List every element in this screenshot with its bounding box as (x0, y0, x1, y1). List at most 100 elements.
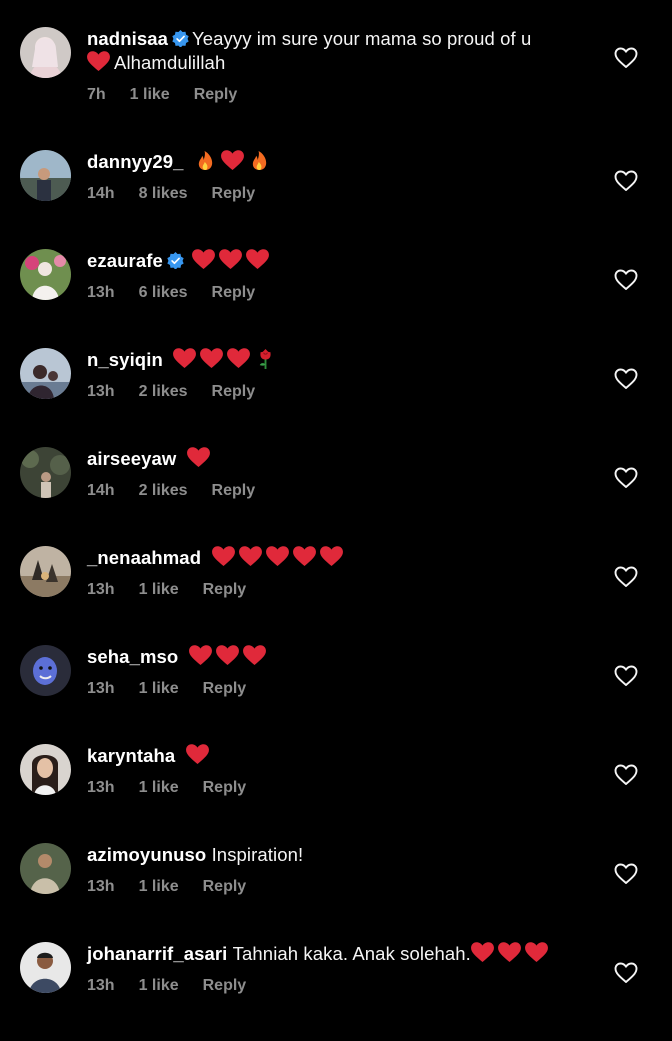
comment-body: johanarrif_asari Tahniah kaka. Anak sole… (87, 942, 592, 996)
comment-time: 14h (87, 185, 115, 202)
red-heart-emoji (211, 546, 235, 567)
red-heart-emoji (221, 150, 244, 171)
comment-likes[interactable]: 8 likes (139, 185, 188, 202)
comment-likes[interactable]: 1 like (130, 86, 170, 103)
comment-item: seha_mso 13h 1 like Reply (0, 645, 672, 744)
fire-emoji (248, 150, 271, 171)
comment-meta: 13h 1 like Reply (87, 679, 592, 699)
comment-body: azimoyunuso Inspiration! 13h 1 like Reply (87, 843, 592, 897)
comment-text: n_syiqin (87, 348, 592, 372)
like-heart-icon[interactable] (614, 764, 638, 786)
comment-username[interactable]: nadnisaa (87, 28, 168, 49)
like-heart-icon[interactable] (614, 665, 638, 687)
comment-text: dannyy29_ (87, 150, 592, 174)
comment-likes[interactable]: 2 likes (139, 482, 188, 499)
comment-time: 13h (87, 878, 115, 895)
comment-username[interactable]: n_syiqin (87, 349, 163, 370)
comment-body: _nenaahmad 13h 1 like Reply (87, 546, 592, 600)
rose-emoji (254, 348, 277, 369)
fire-emoji (194, 150, 217, 171)
like-heart-icon[interactable] (614, 269, 638, 291)
reply-button[interactable]: Reply (203, 878, 247, 895)
comment-likes[interactable]: 2 likes (139, 383, 188, 400)
comment-username[interactable]: ezaurafe (87, 250, 163, 271)
comment-text: nadnisaa Yeayyy im sure your mama so prou… (87, 27, 592, 75)
comment-username[interactable]: karyntaha (87, 745, 175, 766)
comment-item: azimoyunuso Inspiration! 13h 1 like Reply (0, 843, 672, 942)
comment-time: 13h (87, 680, 115, 697)
comment-username[interactable]: johanarrif_asari (87, 943, 227, 964)
comment-meta: 13h 2 likes Reply (87, 382, 592, 402)
like-heart-icon[interactable] (614, 962, 638, 984)
reply-button[interactable]: Reply (203, 779, 247, 796)
like-heart-icon[interactable] (614, 467, 638, 489)
red-heart-emoji (497, 942, 521, 963)
comment-body: n_syiqin 13h 2 likes Reply (87, 348, 592, 402)
red-heart-emoji (246, 249, 270, 270)
comment-likes[interactable]: 1 like (139, 878, 179, 895)
comment-text: airseeyaw (87, 447, 592, 471)
like-heart-icon[interactable] (614, 170, 638, 192)
red-heart-emoji (173, 348, 197, 369)
comment-meta: 13h 6 likes Reply (87, 283, 592, 303)
comment-item: karyntaha 13h 1 like Reply (0, 744, 672, 843)
comment-username[interactable]: _nenaahmad (87, 547, 201, 568)
avatar[interactable] (20, 249, 71, 300)
comment-meta: 14h 2 likes Reply (87, 481, 592, 501)
like-heart-icon[interactable] (614, 566, 638, 588)
comment-time: 13h (87, 383, 115, 400)
comment-meta: 13h 1 like Reply (87, 778, 592, 798)
avatar[interactable] (20, 645, 71, 696)
reply-button[interactable]: Reply (212, 185, 256, 202)
comment-likes[interactable]: 1 like (139, 779, 179, 796)
red-heart-emoji (215, 645, 239, 666)
comment-item: johanarrif_asari Tahniah kaka. Anak sole… (0, 942, 672, 1041)
comment-likes[interactable]: 1 like (139, 581, 179, 598)
red-heart-emoji (292, 546, 316, 567)
avatar[interactable] (20, 348, 71, 399)
comment-likes[interactable]: 1 like (139, 680, 179, 697)
avatar[interactable] (20, 843, 71, 894)
red-heart-emoji (238, 546, 262, 567)
comment-time: 13h (87, 581, 115, 598)
avatar[interactable] (20, 744, 71, 795)
comment-body: dannyy29_ 14h 8 likes Reply (87, 150, 592, 204)
comment-username[interactable]: azimoyunuso (87, 844, 206, 865)
red-heart-emoji (185, 744, 209, 765)
comment-username[interactable]: airseeyaw (87, 448, 176, 469)
comment-time: 14h (87, 482, 115, 499)
reply-button[interactable]: Reply (203, 680, 247, 697)
reply-button[interactable]: Reply (212, 284, 256, 301)
red-heart-emoji (470, 942, 494, 963)
reply-button[interactable]: Reply (203, 581, 247, 598)
avatar[interactable] (20, 447, 71, 498)
comment-likes[interactable]: 1 like (139, 977, 179, 994)
reply-button[interactable]: Reply (212, 383, 256, 400)
comment-username[interactable]: dannyy29_ (87, 151, 184, 172)
like-heart-icon[interactable] (614, 368, 638, 390)
comment-likes[interactable]: 6 likes (139, 284, 188, 301)
comment-item: ezaurafe 13h 6 likes Reply (0, 249, 672, 348)
like-heart-icon[interactable] (614, 863, 638, 885)
comment-text: karyntaha (87, 744, 592, 768)
comment-body: karyntaha 13h 1 like Reply (87, 744, 592, 798)
comment-item: airseeyaw 14h 2 likes Reply (0, 447, 672, 546)
comment-item: nadnisaa Yeayyy im sure your mama so prou… (0, 27, 672, 126)
comment-item: dannyy29_ 14h 8 likes Reply (0, 150, 672, 249)
reply-button[interactable]: Reply (203, 977, 247, 994)
comment-message: Yeayyy im sure your mama so proud of u (192, 28, 532, 49)
comment-message: Tahniah kaka. Anak solehah. (232, 943, 471, 964)
comment-item: _nenaahmad 13h 1 like Reply (0, 546, 672, 645)
reply-button[interactable]: Reply (194, 86, 238, 103)
reply-button[interactable]: Reply (212, 482, 256, 499)
avatar[interactable] (20, 546, 71, 597)
avatar[interactable] (20, 150, 71, 201)
red-heart-emoji (200, 348, 224, 369)
verified-badge-icon (172, 30, 189, 47)
avatar[interactable] (20, 942, 71, 993)
comment-username[interactable]: seha_mso (87, 646, 178, 667)
avatar[interactable] (20, 27, 71, 78)
comment-meta: 13h 1 like Reply (87, 580, 592, 600)
comment-time: 13h (87, 284, 115, 301)
like-heart-icon[interactable] (614, 47, 638, 69)
